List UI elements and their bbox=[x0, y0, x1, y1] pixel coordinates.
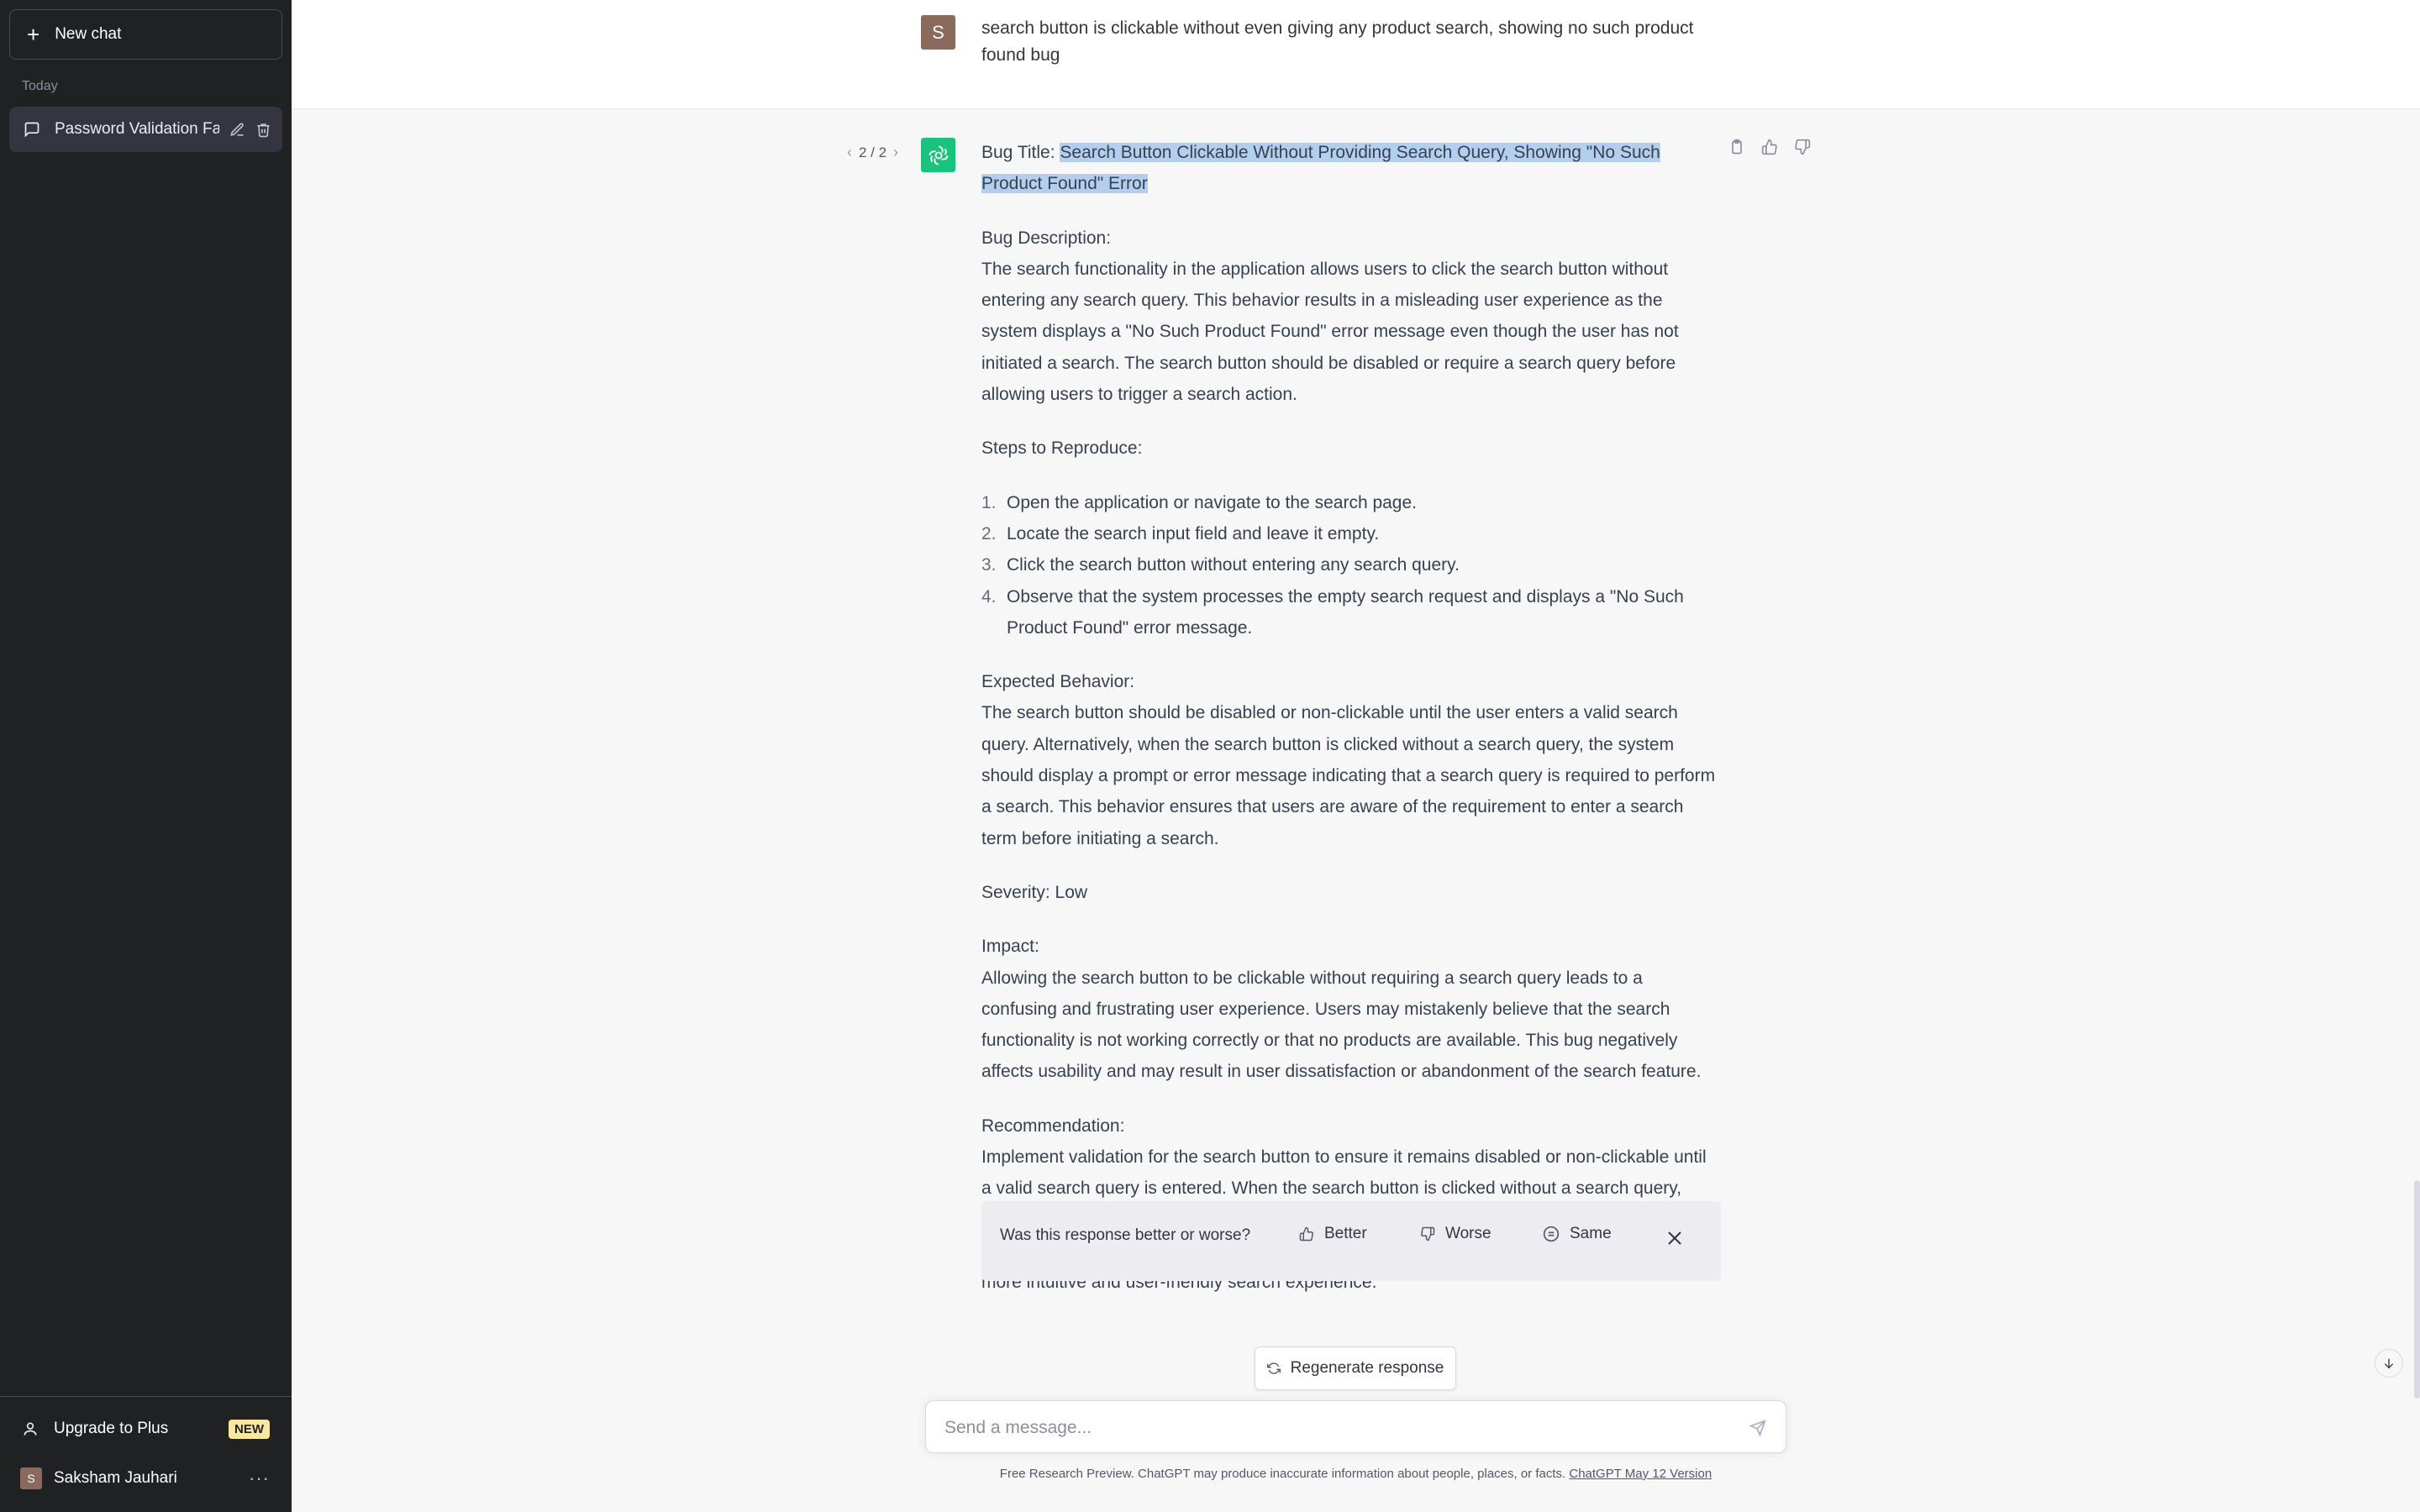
feedback-worse-label: Worse bbox=[1445, 1225, 1491, 1242]
feedback-worse-button[interactable]: Worse bbox=[1420, 1225, 1491, 1243]
bug-title: Bug Title: Search Button Clickable Witho… bbox=[981, 137, 1721, 200]
user-menu-button[interactable]: S Saksham Jauhari ··· bbox=[9, 1456, 282, 1501]
equals-circle-icon bbox=[1543, 1226, 1560, 1242]
list-number: 4. bbox=[981, 586, 997, 606]
bug-description-text: The search functionality in the applicat… bbox=[981, 259, 1679, 405]
upgrade-to-plus-button[interactable]: Upgrade to Plus NEW bbox=[9, 1406, 282, 1452]
feedback-better-button[interactable]: Better bbox=[1299, 1225, 1367, 1243]
list-number: 3. bbox=[981, 555, 997, 575]
list-text: Locate the search input field and leave … bbox=[1007, 523, 1380, 543]
sidebar-conversation-item[interactable]: Password Validation Fai bbox=[9, 107, 282, 152]
conversation-title: Password Validation Fai bbox=[55, 120, 219, 138]
user-icon bbox=[24, 1422, 37, 1436]
thumbs-up-icon[interactable] bbox=[1761, 139, 1778, 155]
sidebar-divider bbox=[0, 1396, 292, 1397]
new-chat-button[interactable]: + New chat bbox=[9, 9, 282, 60]
section-label-today: Today bbox=[22, 79, 58, 93]
chat-bubble-icon bbox=[24, 122, 39, 138]
plus-icon: + bbox=[27, 22, 40, 47]
list-text: Click the search button without entering… bbox=[1007, 555, 1460, 575]
sidebar: + New chat Today Password Validation Fai… bbox=[0, 0, 292, 1512]
more-options-icon[interactable]: ··· bbox=[249, 1467, 270, 1489]
message-actions bbox=[1728, 139, 1811, 155]
list-item: 2. Locate the search input field and leav… bbox=[981, 518, 1721, 549]
new-chat-label: New chat bbox=[55, 25, 122, 43]
bug-description-heading: Bug Description: bbox=[981, 228, 1112, 248]
steps-heading: Steps to Reproduce: bbox=[981, 438, 1143, 459]
expected-behavior: Expected Behavior: The search button shou… bbox=[981, 666, 1721, 854]
bug-description: Bug Description: The search functionality… bbox=[981, 223, 1721, 411]
chevron-right-icon[interactable]: › bbox=[893, 144, 898, 161]
thumbs-up-icon bbox=[1299, 1226, 1313, 1242]
user-message: S search button is clickable without eve… bbox=[292, 0, 2420, 109]
copy-icon[interactable] bbox=[1728, 139, 1745, 155]
user-avatar: S bbox=[20, 1467, 42, 1489]
upgrade-label: Upgrade to Plus bbox=[54, 1420, 169, 1437]
new-badge: NEW bbox=[229, 1419, 270, 1439]
bug-title-prefix: Bug Title: bbox=[981, 143, 1060, 162]
impact: Impact: Allowing the search button to be … bbox=[981, 931, 1721, 1087]
list-item: 3. Click the search button without enteri… bbox=[981, 549, 1721, 580]
message-input[interactable] bbox=[944, 1415, 1734, 1441]
list-number: 2. bbox=[981, 523, 997, 543]
regenerate-label: Regenerate response bbox=[1290, 1359, 1444, 1377]
list-number: 1. bbox=[981, 492, 997, 512]
version-link[interactable]: ChatGPT May 12 Version bbox=[1569, 1467, 1712, 1481]
severity: Severity: Low bbox=[981, 882, 1088, 902]
trash-icon[interactable] bbox=[255, 122, 271, 138]
edit-icon[interactable] bbox=[229, 122, 245, 138]
scroll-to-bottom-button[interactable] bbox=[2375, 1349, 2403, 1378]
steps-list: 1. Open the application or navigate to th… bbox=[981, 487, 1721, 643]
feedback-same-label: Same bbox=[1570, 1225, 1612, 1242]
list-text: Observe that the system processes the em… bbox=[1007, 586, 1684, 638]
chat-main: S search button is clickable without eve… bbox=[292, 0, 2420, 1512]
chevron-left-icon[interactable]: ‹ bbox=[847, 144, 852, 161]
expected-heading: Expected Behavior: bbox=[981, 672, 1135, 692]
feedback-bar: Was this response better or worse? Bette… bbox=[981, 1201, 1721, 1281]
chatgpt-logo-icon bbox=[921, 138, 955, 172]
feedback-better-label: Better bbox=[1324, 1225, 1367, 1242]
feedback-question: Was this response better or worse? bbox=[1000, 1226, 1251, 1244]
selected-text: Search Button Clickable Without Providin… bbox=[981, 143, 1660, 194]
feedback-same-button[interactable]: Same bbox=[1543, 1225, 1612, 1243]
arrow-down-icon bbox=[2384, 1358, 2394, 1369]
recommendation-heading: Recommendation: bbox=[981, 1116, 1125, 1136]
user-message-avatar: S bbox=[921, 15, 955, 50]
pager-label: 2 / 2 bbox=[859, 144, 887, 160]
impact-heading: Impact: bbox=[981, 937, 1039, 957]
regenerate-response-button[interactable]: Regenerate response bbox=[1255, 1347, 1456, 1390]
assistant-message-content: Bug Title: Search Button Clickable Witho… bbox=[981, 137, 1721, 1321]
response-pager: ‹ 2 / 2 › bbox=[847, 144, 898, 161]
footer-text: Free Research Preview. ChatGPT may produ… bbox=[999, 1467, 1570, 1481]
thumbs-down-icon[interactable] bbox=[1794, 139, 1811, 155]
footer-disclaimer: Free Research Preview. ChatGPT may produ… bbox=[292, 1467, 2420, 1481]
impact-text: Allowing the search button to be clickab… bbox=[981, 968, 1702, 1082]
user-name: Saksham Jauhari bbox=[54, 1469, 177, 1487]
assistant-message: ‹ 2 / 2 › Bug Title: Search Button Click… bbox=[292, 110, 2420, 1512]
scrollbar-thumb[interactable] bbox=[2414, 1180, 2420, 1399]
list-text: Open the application or navigate to the … bbox=[1007, 492, 1418, 512]
expected-text: The search button should be disabled or … bbox=[981, 703, 1716, 848]
list-item: 1. Open the application or navigate to th… bbox=[981, 487, 1721, 518]
message-composer bbox=[925, 1400, 1786, 1453]
send-icon[interactable] bbox=[1749, 1420, 1766, 1436]
user-message-text: search button is clickable without even … bbox=[981, 18, 1694, 65]
refresh-icon bbox=[1266, 1362, 1281, 1374]
close-icon[interactable] bbox=[1665, 1228, 1685, 1248]
thumbs-down-icon bbox=[1421, 1226, 1435, 1242]
list-item: 4. Observe that the system processes the … bbox=[981, 581, 1721, 644]
